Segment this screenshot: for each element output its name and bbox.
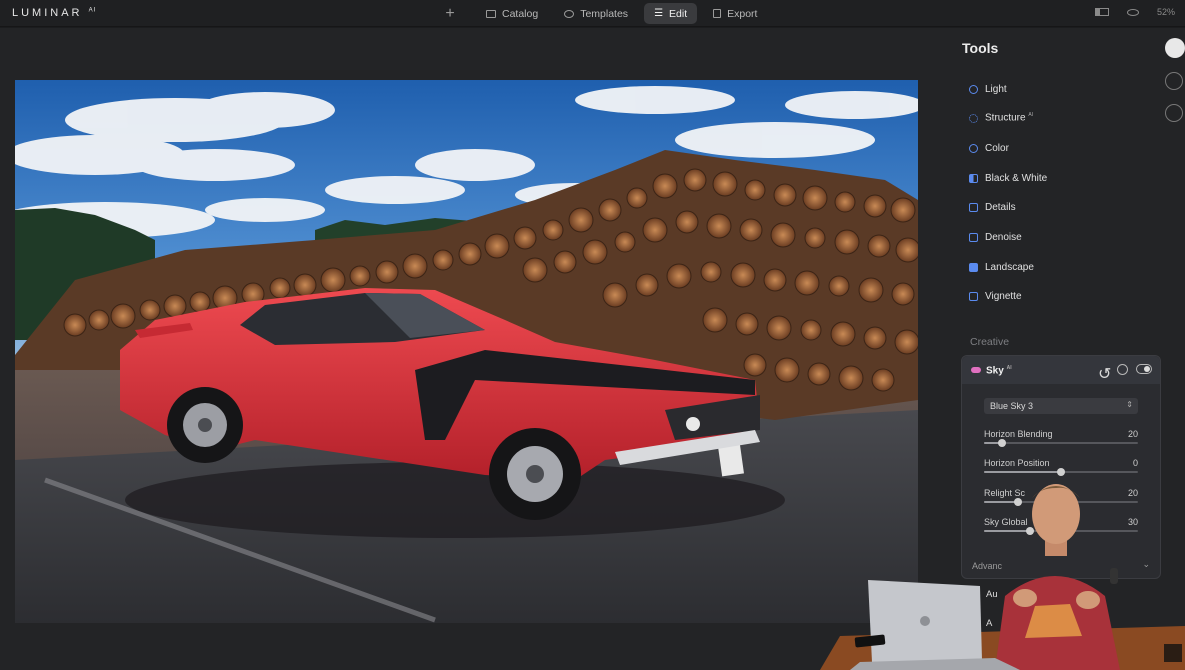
tool-color-label: Color [985,142,1009,154]
photo-preview[interactable] [15,80,918,623]
denoise-icon [969,232,978,242]
panel-side-icons [1165,38,1185,136]
catalog-icon [486,9,496,18]
slider-horizon-blending[interactable]: Horizon Blending 20 [984,429,1138,457]
vignette-icon [969,291,978,301]
sky-header-actions: ↺ [1098,364,1152,383]
sky-preset-select[interactable]: Blue Sky 3 ⇕ [984,398,1138,414]
top-bar: LUMINAR AI + Catalog Templates ☰ Edit Ex… [0,0,1185,27]
nav-export-label: Export [727,7,758,20]
slider-knob[interactable] [1057,468,1065,476]
undo-icon[interactable]: ↺ [1098,364,1111,383]
tool-vignette[interactable]: Vignette [969,288,1022,304]
export-icon [713,9,722,18]
tool-details-label: Details [985,201,1016,213]
slider-label: Horizon Blending [984,429,1053,439]
app-logo: LUMINAR AI [12,7,97,19]
tool-vignette-label: Vignette [985,290,1022,302]
tool-structure-label: Structure AI [985,112,1034,124]
nav-edit[interactable]: ☰ Edit [644,3,698,24]
tool-details[interactable]: Details [969,199,1016,215]
photo-illustration [15,80,918,623]
view-controls: 52% [1094,7,1175,17]
nav-templates-label: Templates [580,7,629,20]
tool-black-white[interactable]: Black & White [969,170,1047,186]
slider-knob[interactable] [998,439,1007,447]
sky-toggle[interactable] [1136,364,1152,374]
tool-structure[interactable]: Structure AI [969,110,1033,126]
slider-fill [984,471,1061,473]
eye-icon[interactable] [1126,8,1139,16]
tool-denoise-label: Denoise [985,231,1022,243]
nav-catalog[interactable]: Catalog [476,3,548,24]
brush-icon[interactable] [1165,72,1183,90]
section-creative: Creative [970,336,1010,348]
landscape-icon [969,262,978,272]
structure-icon [969,113,978,123]
templates-icon [564,9,575,18]
chevron-updown-icon: ⇕ [1126,400,1133,409]
presenter-video-overlay [820,476,1185,670]
tool-light[interactable]: Light [969,81,1007,97]
slider-label: Horizon Position [984,458,1050,468]
top-nav: + Catalog Templates ☰ Edit Export [440,3,767,24]
sky-tool-header[interactable]: Sky AI ↺ [962,356,1160,384]
compare-icon[interactable] [1094,8,1109,16]
edit-icon: ☰ [654,8,664,19]
sky-tool-title: Sky AI [986,365,1012,377]
nav-export[interactable]: Export [703,3,767,24]
tool-light-label: Light [985,83,1007,95]
history-icon[interactable] [1165,104,1183,122]
add-button[interactable]: + [440,5,460,23]
details-icon [969,202,978,212]
tool-bw-label: Black & White [985,172,1048,184]
tool-color[interactable]: Color [969,140,1009,156]
slider-value: 20 [1127,429,1138,439]
cloud-icon [971,367,981,373]
bw-icon [969,173,978,183]
sky-preset-value: Blue Sky 3 [990,401,1034,411]
tools-tab-icon[interactable] [1165,38,1185,58]
ai-mask-icon[interactable] [1117,364,1128,375]
tool-denoise[interactable]: Denoise [969,229,1022,245]
tool-landscape-label: Landscape [985,261,1034,273]
image-canvas[interactable] [0,28,945,670]
presenter-illustration [820,484,1185,670]
slider-track[interactable] [984,442,1138,444]
tool-landscape[interactable]: Landscape [969,259,1034,275]
nav-catalog-label: Catalog [502,7,539,20]
nav-edit-label: Edit [669,7,688,20]
slider-value: 0 [1132,458,1138,468]
zoom-level[interactable]: 52% [1157,7,1175,17]
color-icon [969,143,978,153]
nav-templates[interactable]: Templates [554,3,638,24]
panel-title: Tools [962,40,999,56]
sun-icon [969,84,978,94]
